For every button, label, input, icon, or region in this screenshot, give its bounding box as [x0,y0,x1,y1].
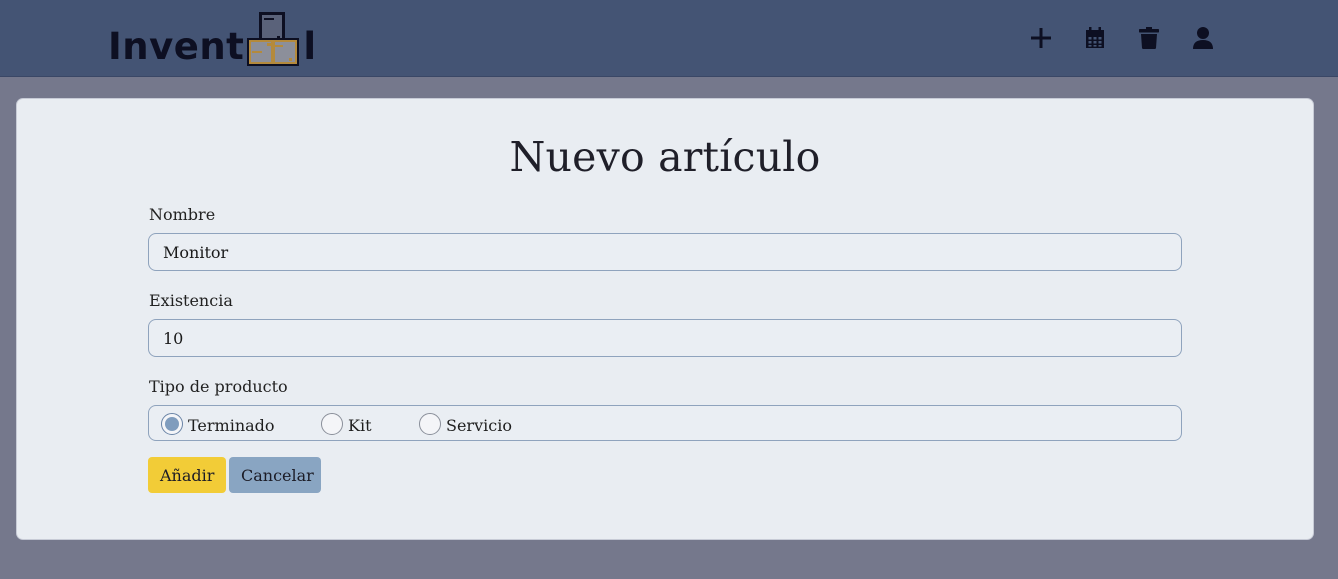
radio-button[interactable] [321,412,343,435]
logo-text-suffix: l [303,25,317,68]
radio-label-servicio: Servicio [446,416,512,435]
header-actions [1028,24,1216,52]
radio-label-kit: Kit [348,416,372,435]
top-navbar: Invent l [0,0,1338,77]
profile-button[interactable] [1190,24,1216,52]
stock-input[interactable] [148,319,1182,357]
calendar-button[interactable] [1082,24,1108,52]
radio-button[interactable] [419,412,441,435]
stock-label: Existencia [149,291,233,310]
name-input[interactable] [148,233,1182,271]
product-type-label: Tipo de producto [149,377,288,396]
plus-icon [1031,28,1051,48]
user-icon [1193,27,1213,49]
radio-option-kit[interactable]: Kit [321,412,372,435]
calendar-icon [1086,27,1104,48]
logo-text: Invent [108,25,245,68]
radio-label-terminado: Terminado [188,416,275,435]
name-label: Nombre [149,205,216,224]
product-type-radio-group: Terminado Kit Servicio [148,405,1182,441]
radio-button-checked[interactable] [161,412,183,435]
add-button[interactable]: Añadir [148,457,226,493]
inventool-logo[interactable]: Invent l [108,8,317,68]
new-item-card: Nuevo artículo Nombre Existencia Tipo de… [16,98,1314,540]
box-logo-icon [247,12,300,66]
cancel-button[interactable]: Cancelar [229,457,321,493]
trash-icon [1139,27,1159,49]
radio-option-servicio[interactable]: Servicio [419,412,512,435]
radio-option-terminado[interactable]: Terminado [161,412,275,435]
add-item-button[interactable] [1028,24,1054,52]
page-title: Nuevo artículo [509,133,821,181]
trash-button[interactable] [1136,24,1162,52]
